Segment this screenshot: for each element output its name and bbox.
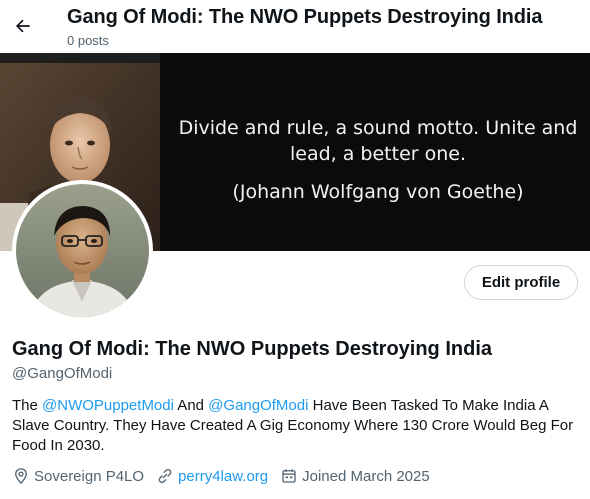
- profile-handle: @GangOfModi: [12, 365, 113, 382]
- joined-text: Joined March 2025: [302, 467, 430, 485]
- bio-mention-gangofmodi[interactable]: @GangOfModi: [208, 397, 308, 414]
- website-item: perry4law.org: [156, 467, 268, 485]
- banner-quote: Divide and rule, a sound motto. Unite an…: [160, 53, 590, 251]
- top-bar: Gang Of Modi: The NWO Puppets Destroying…: [0, 0, 590, 53]
- avatar-image: [16, 184, 149, 317]
- edit-profile-button[interactable]: Edit profile: [464, 265, 578, 300]
- post-count: 0 posts: [67, 33, 109, 48]
- quote-text: Divide and rule, a sound motto. Unite an…: [178, 117, 578, 165]
- bio-mention-nwopuppetmodi[interactable]: @NWOPuppetModi: [42, 397, 174, 414]
- avatar[interactable]: [12, 180, 153, 321]
- bio-text-2: And: [173, 397, 209, 414]
- back-arrow-icon: [15, 19, 30, 33]
- location-text: Sovereign P4LO: [34, 467, 145, 485]
- profile-name: Gang Of Modi: The NWO Puppets Destroying…: [12, 338, 492, 360]
- website-link[interactable]: perry4law.org: [178, 468, 268, 485]
- profile-bio: The @NWOPuppetModi And @GangOfModi Have …: [12, 396, 582, 456]
- bio-text-1: The: [12, 397, 43, 414]
- calendar-icon: [282, 469, 296, 483]
- quote-author: (Johann Wolfgang von Goethe): [232, 181, 524, 203]
- location-pin-icon: [15, 468, 27, 485]
- profile-meta: Sovereign P4LO perry4law.org Joined Marc…: [12, 466, 442, 486]
- location-item: Sovereign P4LO: [12, 467, 144, 485]
- joined-item: Joined March 2025: [280, 467, 430, 485]
- header-title: Gang Of Modi: The NWO Puppets Destroying…: [67, 6, 543, 28]
- link-icon: [158, 468, 172, 484]
- back-button[interactable]: [8, 11, 38, 41]
